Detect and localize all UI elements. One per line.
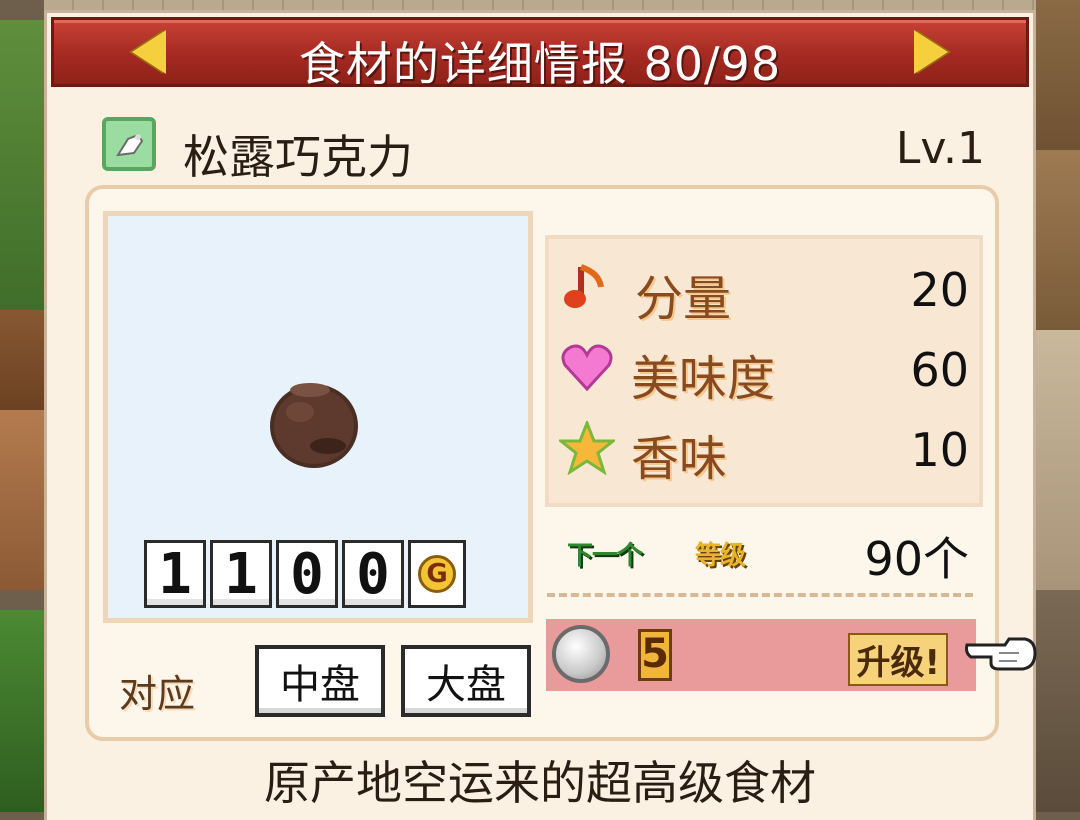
pointer-hand-icon [965,637,1037,671]
upgrade-bar[interactable]: 5 升级! [546,619,976,691]
upgrade-button[interactable]: 升级! [848,633,948,686]
candy-icon [102,117,156,171]
stat-value: 10 [910,423,969,477]
dish-medium-button[interactable]: 中盘 [255,645,385,717]
stat-label: 香味 [631,431,728,487]
music-note-icon [564,264,604,308]
next-level-requirement: 90个 [864,532,969,586]
price-digit: 1 [210,540,272,608]
price-digit: 0 [276,540,338,608]
stat-row-aroma: 香味 10 [549,407,979,487]
stats-box: 分量 20 美味度 60 香味 10 [545,235,983,507]
ingredient-description: 原产地空运来的超高级食材 [264,756,816,810]
ingredient-detail-panel: 食材的详细情报 80/98 松露巧克力 Lv.1 1 1 0 0 G 对应 中盘 [44,10,1037,820]
gold-coin-icon: G [408,540,466,608]
ingredient-image-box: 1 1 0 0 G [103,211,533,623]
stat-row-taste: 美味度 60 [549,327,979,407]
star-icon [559,421,615,475]
background-right-scene [1036,0,1080,812]
next-badge: 下一个 [567,541,643,571]
price-counter: 1 1 0 0 G [144,540,466,612]
currency-symbol: G [418,555,456,593]
stat-row-volume: 分量 20 [549,247,979,327]
dish-compat-label: 对应 [119,672,196,716]
price-digit: 1 [144,540,206,608]
ingredient-name: 松露巧克力 [183,130,413,184]
heart-icon [561,344,613,392]
dish-large-button[interactable]: 大盘 [401,645,531,717]
upgrade-cost: 5 [638,629,672,681]
background-left-scene [0,0,44,812]
truffle-image [270,383,358,468]
price-digit: 0 [342,540,404,608]
level-badge: 等级 [695,541,746,571]
next-level-row: 下一个 等级 90个 [547,519,983,593]
stat-label: 分量 [635,271,732,327]
stat-value: 20 [910,263,969,317]
stat-label: 美味度 [631,351,776,407]
stat-value: 60 [910,343,969,397]
title-bar: 食材的详细情报 80/98 [51,17,1029,91]
divider [547,593,973,597]
silver-coin-icon [552,625,610,683]
ingredient-level: Lv.1 [895,123,985,174]
panel-title: 食材的详细情报 80/98 [298,37,782,91]
arrow-right-icon[interactable] [914,30,948,74]
